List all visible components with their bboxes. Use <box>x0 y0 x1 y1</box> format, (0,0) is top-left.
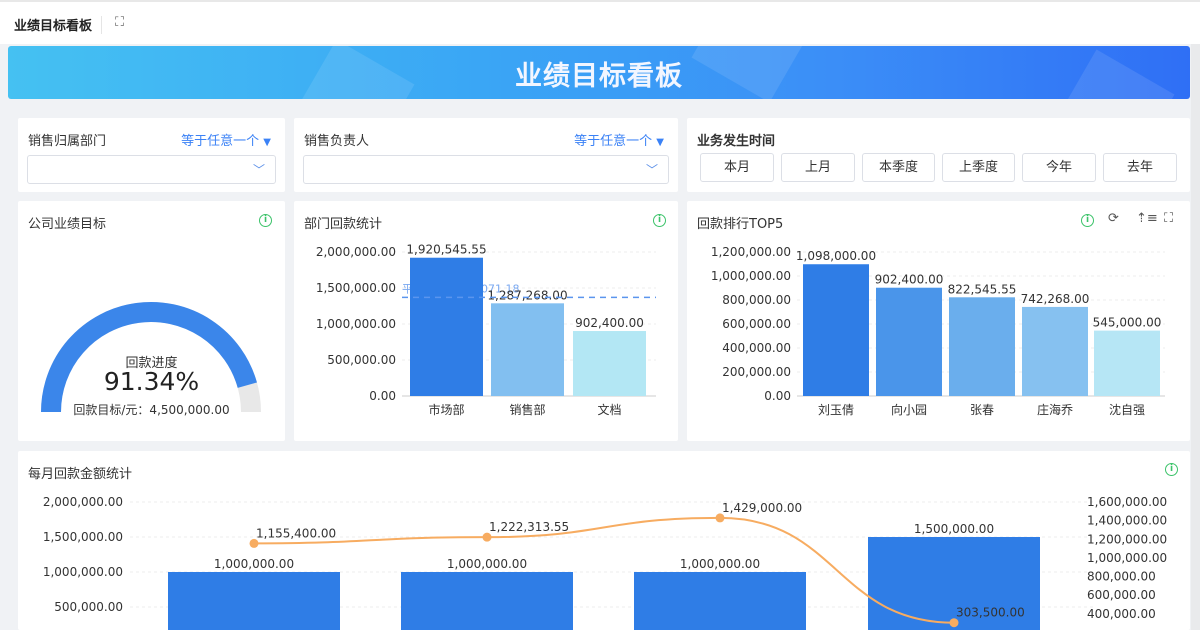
bar-data-label: 1,000,000.00 <box>447 557 527 571</box>
dept-chart-card: 部门回款统计 i 0.00 500,000.00 1,000,000.00 1,500… <box>294 201 678 441</box>
y-tick-label: 2,000,000.00 <box>316 245 396 259</box>
bar <box>410 257 483 396</box>
filter-time-card: 业务发生时间 本月 上月 本季度 上季度 今年 去年 <box>687 118 1190 192</box>
filter-label: 销售归属部门 <box>28 134 107 149</box>
bar <box>634 572 806 630</box>
top5-chart-card: 回款排行TOP5 i ⟳ ⇡≡ ⛶ 0.00 200,000.00 400,000.… <box>687 201 1190 441</box>
y-tick-label: 0.00 <box>764 389 791 403</box>
gauge-card: 公司业绩目标 i 回款进度 91.34% 回款目标/元：4,500,000.00 <box>18 201 285 441</box>
y-right-tick-label: 400,000.00 <box>1087 607 1156 621</box>
y-tick-label: 400,000.00 <box>722 341 791 355</box>
caret-down-icon: ▼ <box>263 137 271 148</box>
data-label: 1,287,268.00 <box>487 288 567 302</box>
y-tick-label: 500,000.00 <box>327 353 396 367</box>
divider <box>101 16 102 34</box>
chevron-down-icon: ﹀ <box>645 163 658 177</box>
x-tick-label: 销售部 <box>509 402 545 417</box>
y-right-tick-label: 1,400,000.00 <box>1087 514 1167 528</box>
gauge-percent: 91.34% <box>103 367 200 396</box>
time-btn-this-month[interactable]: 本月 <box>700 153 774 182</box>
data-label: 742,268.00 <box>1021 292 1090 306</box>
x-tick-label: 沈自强 <box>1109 402 1145 417</box>
bar-data-label: 1,500,000.00 <box>914 522 994 536</box>
y-right-tick-label: 1,200,000.00 <box>1087 532 1167 546</box>
monthly-combo-chart: 500,000.00 1,000,000.00 1,500,000.00 2,000,… <box>43 495 1167 630</box>
y-right-tick-label: 800,000.00 <box>1087 570 1156 584</box>
gauge-target: 回款目标/元：4,500,000.00 <box>73 403 230 417</box>
x-tick-label: 向小园 <box>891 402 927 417</box>
y-tick-label: 1,200,000.00 <box>711 245 791 259</box>
y-left-tick-label: 1,500,000.00 <box>43 530 123 544</box>
operator-dropdown[interactable]: 等于任意一个 ▼ <box>181 130 271 149</box>
x-tick-label: 文档 <box>597 402 621 417</box>
bar <box>949 297 1015 396</box>
operator-label: 等于任意一个 <box>574 134 653 149</box>
y-right-tick-label: 1,000,000.00 <box>1087 551 1167 565</box>
y-tick-label: 1,000,000.00 <box>711 269 791 283</box>
bar <box>803 264 869 396</box>
time-btn-last-year[interactable]: 去年 <box>1103 153 1177 182</box>
y-tick-label: 0.00 <box>369 389 396 403</box>
line-data-label: 303,500.00 <box>956 606 1025 620</box>
data-label: 1,098,000.00 <box>796 249 876 263</box>
operator-label: 等于任意一个 <box>181 134 260 149</box>
line-data-label: 1,222,313.55 <box>489 520 569 534</box>
banner-title: 业绩目标看板 <box>515 61 683 92</box>
y-tick-label: 800,000.00 <box>722 293 791 307</box>
dept-bar-chart: 0.00 500,000.00 1,000,000.00 1,500,000.00 2,… <box>316 243 656 417</box>
line-data-label: 1,155,400.00 <box>256 526 336 540</box>
data-label: 902,400.00 <box>875 273 944 287</box>
y-left-tick-label: 500,000.00 <box>54 600 123 614</box>
y-tick-label: 200,000.00 <box>722 365 791 379</box>
bar <box>876 287 942 396</box>
y-left-tick-label: 1,000,000.00 <box>43 565 123 579</box>
expand-icon[interactable]: ⛶ <box>115 15 124 30</box>
y-right-tick-label: 1,600,000.00 <box>1087 495 1167 509</box>
filter-owner-card: 销售负责人 等于任意一个 ▼ ﹀ <box>294 118 678 192</box>
top5-bar-chart: 0.00 200,000.00 400,000.00 600,000.00 800,00… <box>711 245 1165 417</box>
data-label: 902,400.00 <box>575 316 644 330</box>
time-btn-last-month[interactable]: 上月 <box>781 153 855 182</box>
chevron-down-icon: ﹀ <box>252 163 265 177</box>
y-left-tick-label: 2,000,000.00 <box>43 495 123 509</box>
filter-dept-card: 销售归属部门 等于任意一个 ▼ ﹀ <box>18 118 285 192</box>
y-right-tick-label: 600,000.00 <box>1087 588 1156 602</box>
banner: 业绩目标看板 <box>8 46 1190 99</box>
x-tick-label: 张春 <box>970 403 994 417</box>
bar <box>401 572 573 630</box>
x-tick-label: 市场部 <box>428 402 464 417</box>
owner-select[interactable]: ﹀ <box>303 155 669 184</box>
time-btn-this-year[interactable]: 今年 <box>1022 153 1096 182</box>
caret-down-icon: ▼ <box>656 137 664 148</box>
x-tick-label: 刘玉倩 <box>818 403 854 417</box>
bar <box>491 303 564 396</box>
bar <box>168 572 340 630</box>
data-label: 822,545.55 <box>948 282 1017 296</box>
bar-data-label: 1,000,000.00 <box>214 557 294 571</box>
monthly-chart-card: 每月回款金额统计 i 500,000.00 1,000,000.00 1,500,0… <box>18 451 1190 630</box>
data-label: 545,000.00 <box>1093 316 1162 330</box>
data-label: 1,920,545.55 <box>406 243 486 257</box>
scrollbar[interactable] <box>1191 44 1200 630</box>
bar <box>1022 306 1088 396</box>
time-btn-this-quarter[interactable]: 本季度 <box>862 153 935 182</box>
bar-data-label: 1,000,000.00 <box>680 557 760 571</box>
y-tick-label: 600,000.00 <box>722 317 791 331</box>
filter-label: 销售负责人 <box>304 134 370 149</box>
y-tick-label: 1,500,000.00 <box>316 281 396 295</box>
line-data-label: 1,429,000.00 <box>722 501 802 515</box>
time-btn-last-quarter[interactable]: 上季度 <box>942 153 1015 182</box>
x-tick-label: 庄海乔 <box>1037 402 1073 417</box>
dept-select[interactable]: ﹀ <box>27 155 276 184</box>
page-title: 业绩目标看板 <box>14 19 93 34</box>
bar <box>573 331 646 396</box>
filter-label: 业务发生时间 <box>697 134 776 149</box>
top-bar: 业绩目标看板 ⛶ <box>0 0 1200 44</box>
operator-dropdown[interactable]: 等于任意一个 ▼ <box>574 130 664 149</box>
y-tick-label: 1,000,000.00 <box>316 317 396 331</box>
bar <box>1094 330 1160 396</box>
